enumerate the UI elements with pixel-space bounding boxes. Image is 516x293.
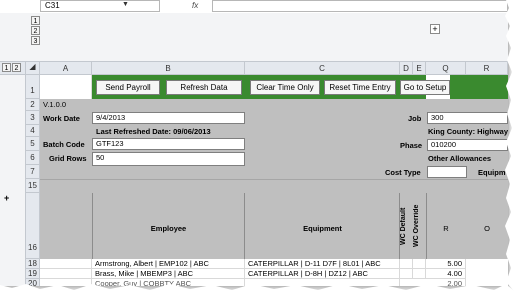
table-row-wc-default[interactable] [400,259,413,269]
name-box[interactable]: C31 [40,0,160,12]
outline-level-3-button[interactable]: 3 [31,36,40,45]
table-row-equipment[interactable] [245,279,400,286]
version-label: V.1.0.0 [43,100,67,109]
outline-column-levels: 1 2 3 [28,14,42,62]
row-outline-level-2-button[interactable]: 2 [12,63,21,72]
grid-rows-label: Grid Rows [49,154,87,163]
wc-override-header: WC Override [413,204,420,248]
cell-a1[interactable] [40,75,92,99]
column-header-q[interactable]: Q [426,62,466,75]
row-header-2[interactable]: 2 [26,99,40,111]
row-header-20[interactable]: 20 [26,279,40,286]
insert-function-button[interactable]: fx [192,0,210,12]
column-header-r[interactable]: R [466,62,508,75]
table-row-cell-a[interactable] [40,259,92,269]
row-header-18[interactable]: 18 [26,259,40,269]
outline-bar [0,13,508,62]
r-header: R [443,224,449,233]
employee-header: Employee [150,224,187,233]
table-row-employee[interactable]: Armstrong, Albert | EMP102 | ABC [92,259,245,269]
clear-time-only-button[interactable]: Clear Time Only [250,80,320,95]
table-row-cell-a[interactable] [40,269,92,279]
go-to-setup-button[interactable]: Go to Setup [400,80,450,95]
outline-row-levels: 1 2 [0,62,26,75]
row-header-6[interactable]: 6 [26,151,40,165]
row-header-4[interactable]: 4 [26,125,40,137]
plus-icon[interactable]: + [430,24,440,34]
wc-default-header: WC Default [400,207,407,245]
row-outline-gutter [0,75,26,286]
table-row-equipment[interactable]: CATERPILLAR | D-11 D7F | 8L01 | ABC [245,259,400,269]
row-header-5[interactable]: 5 [26,137,40,151]
table-row-r[interactable]: 2.00 [426,279,466,286]
cost-type-input[interactable] [427,166,467,178]
send-payroll-button[interactable]: Send Payroll [96,80,160,95]
column-header-a[interactable]: A [40,62,92,75]
table-row-wc-override[interactable] [413,269,426,279]
table-row-cell-a[interactable] [40,279,92,286]
cost-type-label: Cost Type [385,168,421,177]
grid-rows-input[interactable]: 50 [92,152,245,166]
refresh-data-button[interactable]: Refresh Data [166,80,242,95]
last-refreshed-label: Last Refreshed Date: 09/06/2013 [96,127,211,136]
column-header-e[interactable]: E [413,62,426,75]
phase-input[interactable]: 010200 [427,139,508,151]
table-row-equipment[interactable]: CATERPILLAR | D-8H | DZ12 | ABC [245,269,400,279]
table-row-r[interactable]: 5.00 [426,259,466,269]
name-box-dropdown-icon[interactable]: ▼ [122,1,129,8]
row-header-16[interactable]: 16 [26,193,40,259]
table-row-employee[interactable]: Brass, Mike | MBEMP3 | ABC [92,269,245,279]
column-header-d[interactable]: D [400,62,413,75]
column-header-b[interactable]: B [92,62,245,75]
work-date-label: Work Date [43,114,80,123]
row-divider [40,179,508,180]
job-input[interactable]: 300 [427,112,508,124]
select-all-corner[interactable]: ◢ [26,62,40,75]
row-header-19[interactable]: 19 [26,269,40,279]
table-row-r[interactable]: 4.00 [426,269,466,279]
spreadsheet-window: C31 ▼ fx 1 2 3 + 1 2 ◢ A B C D E Q R + 1… [0,0,509,287]
row-header-1[interactable]: 1 [26,75,40,99]
batch-code-label: Batch Code [43,140,85,149]
equipment-header: Equipment [303,224,342,233]
table-row-wc-override[interactable] [413,259,426,269]
outline-level-1-button[interactable]: 1 [31,16,40,25]
work-date-input[interactable]: 9/4/2013 [92,112,245,124]
column-header-c[interactable]: C [245,62,400,75]
o-header: O [484,224,490,233]
phase-description: Other Allowances [428,154,492,163]
reset-time-entry-button[interactable]: Reset Time Entry [324,80,396,95]
row-header-3[interactable]: 3 [26,111,40,125]
formula-input[interactable] [212,0,508,12]
row-outline-level-1-button[interactable]: 1 [2,63,11,72]
button-bar-extension [450,75,508,99]
outline-level-2-button[interactable]: 2 [31,26,40,35]
phase-label: Phase [400,141,423,150]
table-row-employee[interactable]: Cooper, Guy | COBBTY ABC [92,279,245,286]
job-description: King County: Highway [428,127,508,136]
row-header-7[interactable]: 7 [26,165,40,179]
row-header-15[interactable]: 15 [26,179,40,193]
table-row-wc-default[interactable] [400,269,413,279]
cost-type-description: Equipm [478,168,506,177]
job-label: Job [408,114,422,123]
expand-rows-icon[interactable]: + [4,193,9,203]
batch-code-input[interactable]: GTF123 [92,138,245,150]
